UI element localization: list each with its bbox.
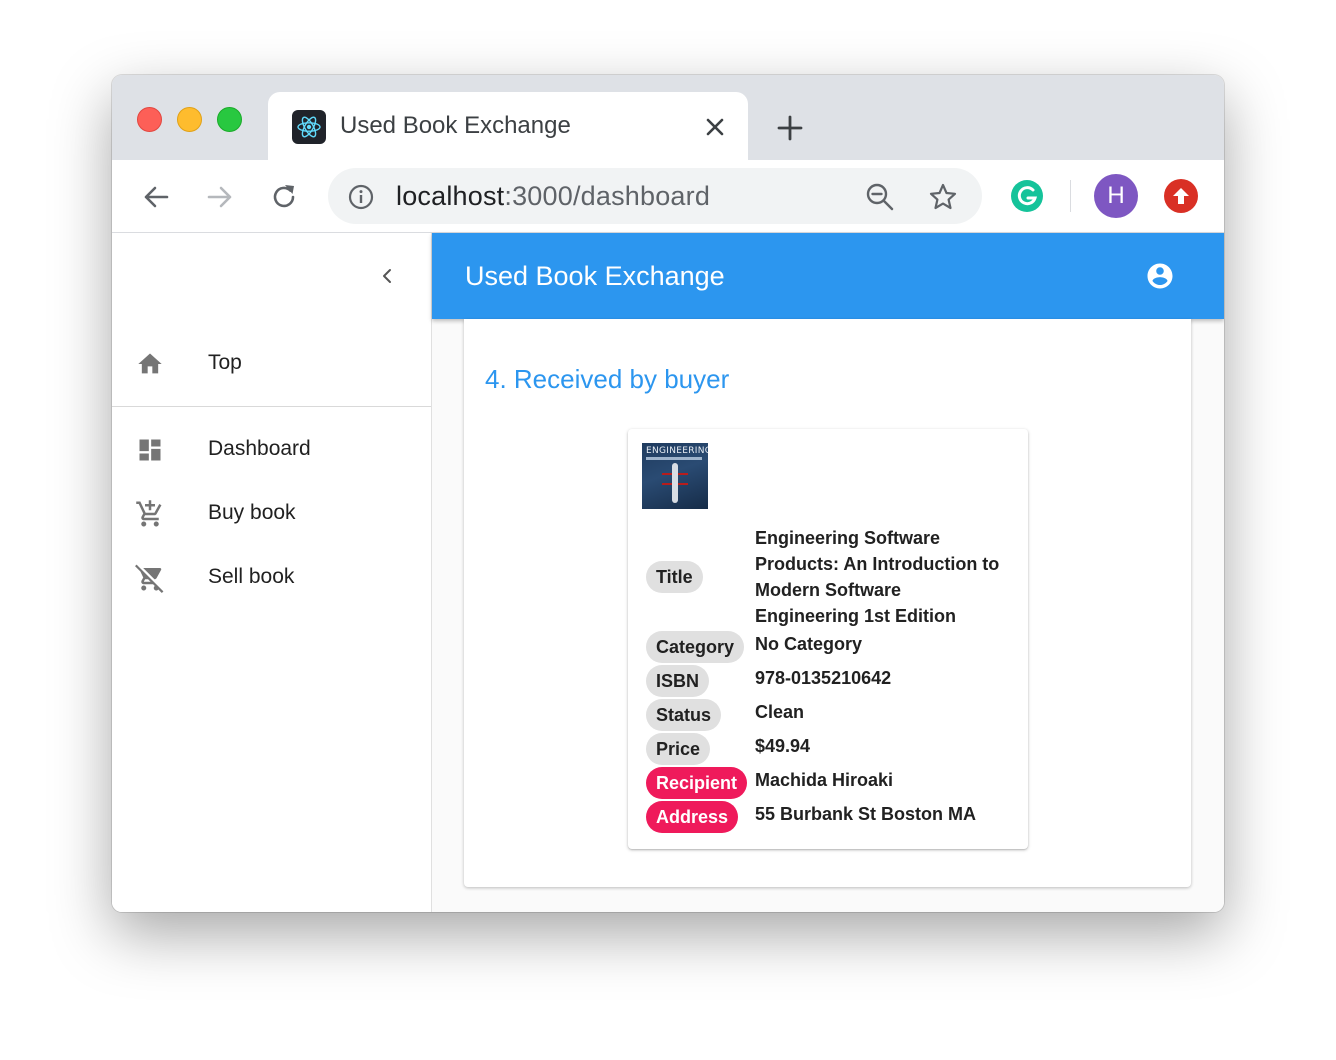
field-label-chip-highlight: Recipient (646, 767, 748, 799)
url-path: :3000/dashboard (504, 181, 711, 211)
window-maximize-button[interactable] (217, 107, 242, 132)
field-label-chip-highlight: Address (646, 801, 739, 833)
field-row-status: Status Clean (628, 699, 1028, 733)
field-value: Machida Hiroaki (755, 770, 894, 790)
profile-avatar[interactable]: H (1094, 174, 1138, 218)
field-value: Clean (755, 702, 805, 722)
nav-item-label: Sell book (208, 565, 295, 588)
account-icon[interactable] (1144, 260, 1176, 292)
toolbar-divider (1070, 180, 1071, 212)
app-bar: Used Book Exchange (432, 233, 1224, 319)
arrow-right-icon (207, 186, 232, 208)
url-text: localhost:3000/dashboard (396, 181, 710, 212)
nav-item-label: Top (208, 351, 242, 374)
forward-button[interactable] (200, 177, 240, 217)
new-tab-button[interactable] (772, 110, 808, 146)
browser-toolbar: localhost:3000/dashboard (112, 160, 1224, 233)
add-cart-icon (134, 498, 166, 530)
reload-icon (273, 185, 295, 208)
order-step-card: 4. Received by buyer ENGINEERING Title E… (464, 319, 1191, 887)
window-close-button[interactable] (137, 107, 162, 132)
field-row-address: Address 55 Burbank St Boston MA (628, 801, 1028, 835)
drawer-divider (112, 406, 431, 407)
field-row-category: Category No Category (628, 631, 1028, 665)
chevron-left-icon[interactable] (372, 261, 402, 291)
field-label-chip: Status (646, 699, 722, 731)
upload-icon[interactable] (1164, 179, 1198, 213)
field-value: Engineering Software Products: An Introd… (755, 528, 1000, 626)
book-cover-image: ENGINEERING (642, 443, 708, 509)
arrow-left-icon (144, 186, 169, 208)
nav-item-sell-book[interactable]: Sell book (112, 546, 431, 610)
tab-strip: Used Book Exchange (112, 75, 1224, 160)
cover-text: ENGINEERING (646, 446, 708, 456)
step-title: 4. Received by buyer (485, 364, 730, 394)
field-row-price: Price $49.94 (628, 733, 1028, 767)
nav-item-top[interactable]: Top (112, 332, 431, 396)
nav-item-label: Buy book (208, 501, 296, 524)
field-value: No Category (755, 634, 863, 654)
field-row-recipient: Recipient Machida Hiroaki (628, 767, 1028, 801)
navigation-drawer: Top Dashboard Buy book Sell book (112, 233, 432, 912)
info-icon[interactable] (346, 182, 376, 212)
grammarly-icon[interactable] (1010, 179, 1044, 218)
page-content: Top Dashboard Buy book Sell book Used Bo… (112, 233, 1224, 912)
field-label-chip: Title (646, 561, 703, 593)
star-icon[interactable] (926, 180, 960, 214)
tab-title: Used Book Exchange (340, 112, 571, 139)
remove-cart-icon (134, 562, 166, 594)
browser-tab[interactable]: Used Book Exchange (268, 92, 748, 160)
close-icon[interactable] (700, 112, 730, 142)
field-row-title: Title Engineering Software Products: An … (628, 525, 1028, 629)
address-bar[interactable]: localhost:3000/dashboard (328, 168, 982, 224)
browser-window: Used Book Exchange localhost:3000/dashbo… (112, 75, 1224, 912)
react-icon (292, 110, 326, 144)
field-value: 55 Burbank St Boston MA (755, 804, 977, 824)
reload-button[interactable] (264, 177, 304, 217)
app-title: Used Book Exchange (465, 261, 725, 291)
field-label-chip: Price (646, 733, 711, 765)
book-card: ENGINEERING Title Engineering Software P… (628, 429, 1028, 849)
field-value: $49.94 (755, 736, 811, 756)
nav-item-dashboard[interactable]: Dashboard (112, 418, 431, 482)
home-icon (134, 348, 166, 380)
nav-item-label: Dashboard (208, 437, 311, 460)
field-label-chip: Category (646, 631, 745, 663)
nav-item-buy-book[interactable]: Buy book (112, 482, 431, 546)
window-minimize-button[interactable] (177, 107, 202, 132)
url-host: localhost (396, 181, 505, 211)
field-value: 978-0135210642 (755, 668, 892, 688)
field-row-isbn: ISBN 978-0135210642 (628, 665, 1028, 699)
dashboard-icon (134, 434, 166, 466)
field-label-chip: ISBN (646, 665, 710, 697)
back-button[interactable] (136, 177, 176, 217)
zoom-out-icon[interactable] (863, 180, 897, 214)
